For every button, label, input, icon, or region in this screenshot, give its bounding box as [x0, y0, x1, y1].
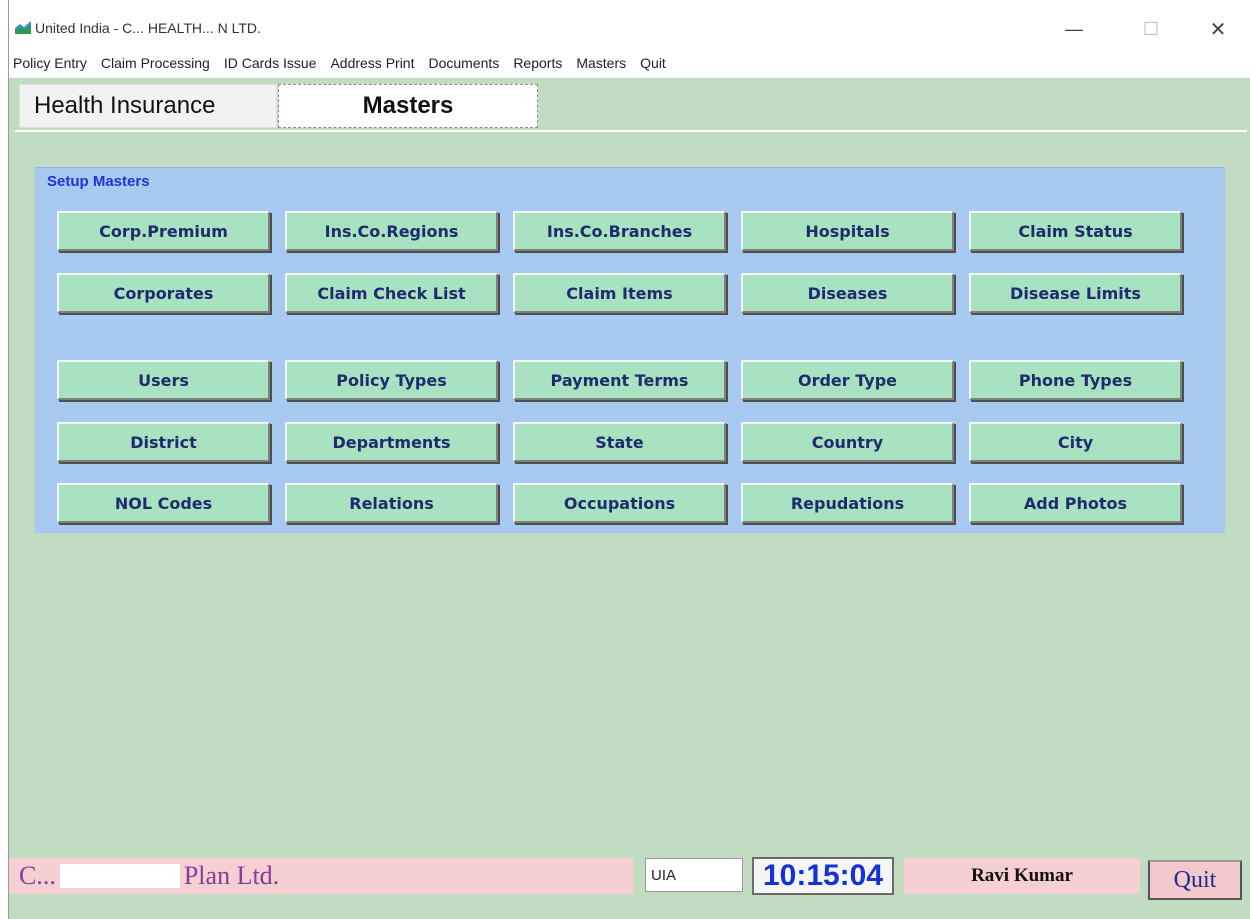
close-button[interactable]: ✕: [1198, 14, 1238, 44]
menu-reports[interactable]: Reports: [513, 55, 562, 71]
menu-claim-processing[interactable]: Claim Processing: [101, 55, 210, 71]
disease-limits-button[interactable]: Disease Limits: [969, 273, 1182, 313]
menu-documents[interactable]: Documents: [429, 55, 500, 71]
title-bar: United India - C... HEALTH... N LTD. — ☐…: [9, 0, 1250, 50]
city-button[interactable]: City: [969, 422, 1182, 462]
phone-types-button[interactable]: Phone Types: [969, 360, 1182, 400]
quit-button[interactable]: Quit: [1148, 860, 1242, 900]
company-code-field: UIA: [645, 858, 743, 892]
menu-bar: Policy Entry Claim Processing ID Cards I…: [9, 50, 1250, 76]
menu-policy-entry[interactable]: Policy Entry: [13, 55, 87, 71]
minimize-button[interactable]: —: [1054, 14, 1094, 44]
diseases-button[interactable]: Diseases: [741, 273, 954, 313]
tab-health-insurance[interactable]: Health Insurance: [19, 84, 277, 128]
setup-masters-panel: Setup Masters Corp.Premium Ins.Co.Region…: [35, 167, 1225, 533]
maximize-button[interactable]: ☐: [1131, 14, 1171, 44]
client-area: Health Insurance Masters Setup Masters C…: [9, 78, 1250, 919]
claim-items-button[interactable]: Claim Items: [513, 273, 726, 313]
setup-masters-title: Setup Masters: [47, 173, 150, 190]
country-button[interactable]: Country: [741, 422, 954, 462]
claim-status-button[interactable]: Claim Status: [969, 211, 1182, 251]
ins-co-regions-button[interactable]: Ins.Co.Regions: [285, 211, 498, 251]
claim-check-list-button[interactable]: Claim Check List: [285, 273, 498, 313]
payment-terms-button[interactable]: Payment Terms: [513, 360, 726, 400]
departments-button[interactable]: Departments: [285, 422, 498, 462]
add-photos-button[interactable]: Add Photos: [969, 483, 1182, 523]
occupations-button[interactable]: Occupations: [513, 483, 726, 523]
user-name-label: Ravi Kumar: [904, 858, 1140, 894]
company-name-label: C... Plan Ltd.: [9, 858, 633, 894]
tab-masters[interactable]: Masters: [278, 84, 538, 128]
menu-id-cards-issue[interactable]: ID Cards Issue: [224, 55, 317, 71]
repudations-button[interactable]: Repudations: [741, 483, 954, 523]
app-chart-icon: [15, 20, 31, 34]
state-button[interactable]: State: [513, 422, 726, 462]
corporates-button[interactable]: Corporates: [57, 273, 270, 313]
menu-masters[interactable]: Masters: [576, 55, 626, 71]
company-name-prefix: C...: [19, 861, 56, 890]
users-button[interactable]: Users: [57, 360, 270, 400]
menu-address-print[interactable]: Address Print: [330, 55, 414, 71]
ins-co-branches-button[interactable]: Ins.Co.Branches: [513, 211, 726, 251]
relations-button[interactable]: Relations: [285, 483, 498, 523]
policy-types-button[interactable]: Policy Types: [285, 360, 498, 400]
order-type-button[interactable]: Order Type: [741, 360, 954, 400]
header-divider: [15, 130, 1247, 132]
clock-display: 10:15:04: [752, 857, 894, 895]
nol-codes-button[interactable]: NOL Codes: [57, 483, 270, 523]
hospitals-button[interactable]: Hospitals: [741, 211, 954, 251]
district-button[interactable]: District: [57, 422, 270, 462]
app-window: United India - C... HEALTH... N LTD. — ☐…: [8, 0, 1250, 919]
menu-quit[interactable]: Quit: [640, 55, 666, 71]
redacted-region: [59, 864, 180, 888]
corp-premium-button[interactable]: Corp.Premium: [57, 211, 270, 251]
window-title: United India - C... HEALTH... N LTD.: [35, 20, 261, 36]
company-name-suffix: Plan Ltd.: [183, 861, 280, 890]
